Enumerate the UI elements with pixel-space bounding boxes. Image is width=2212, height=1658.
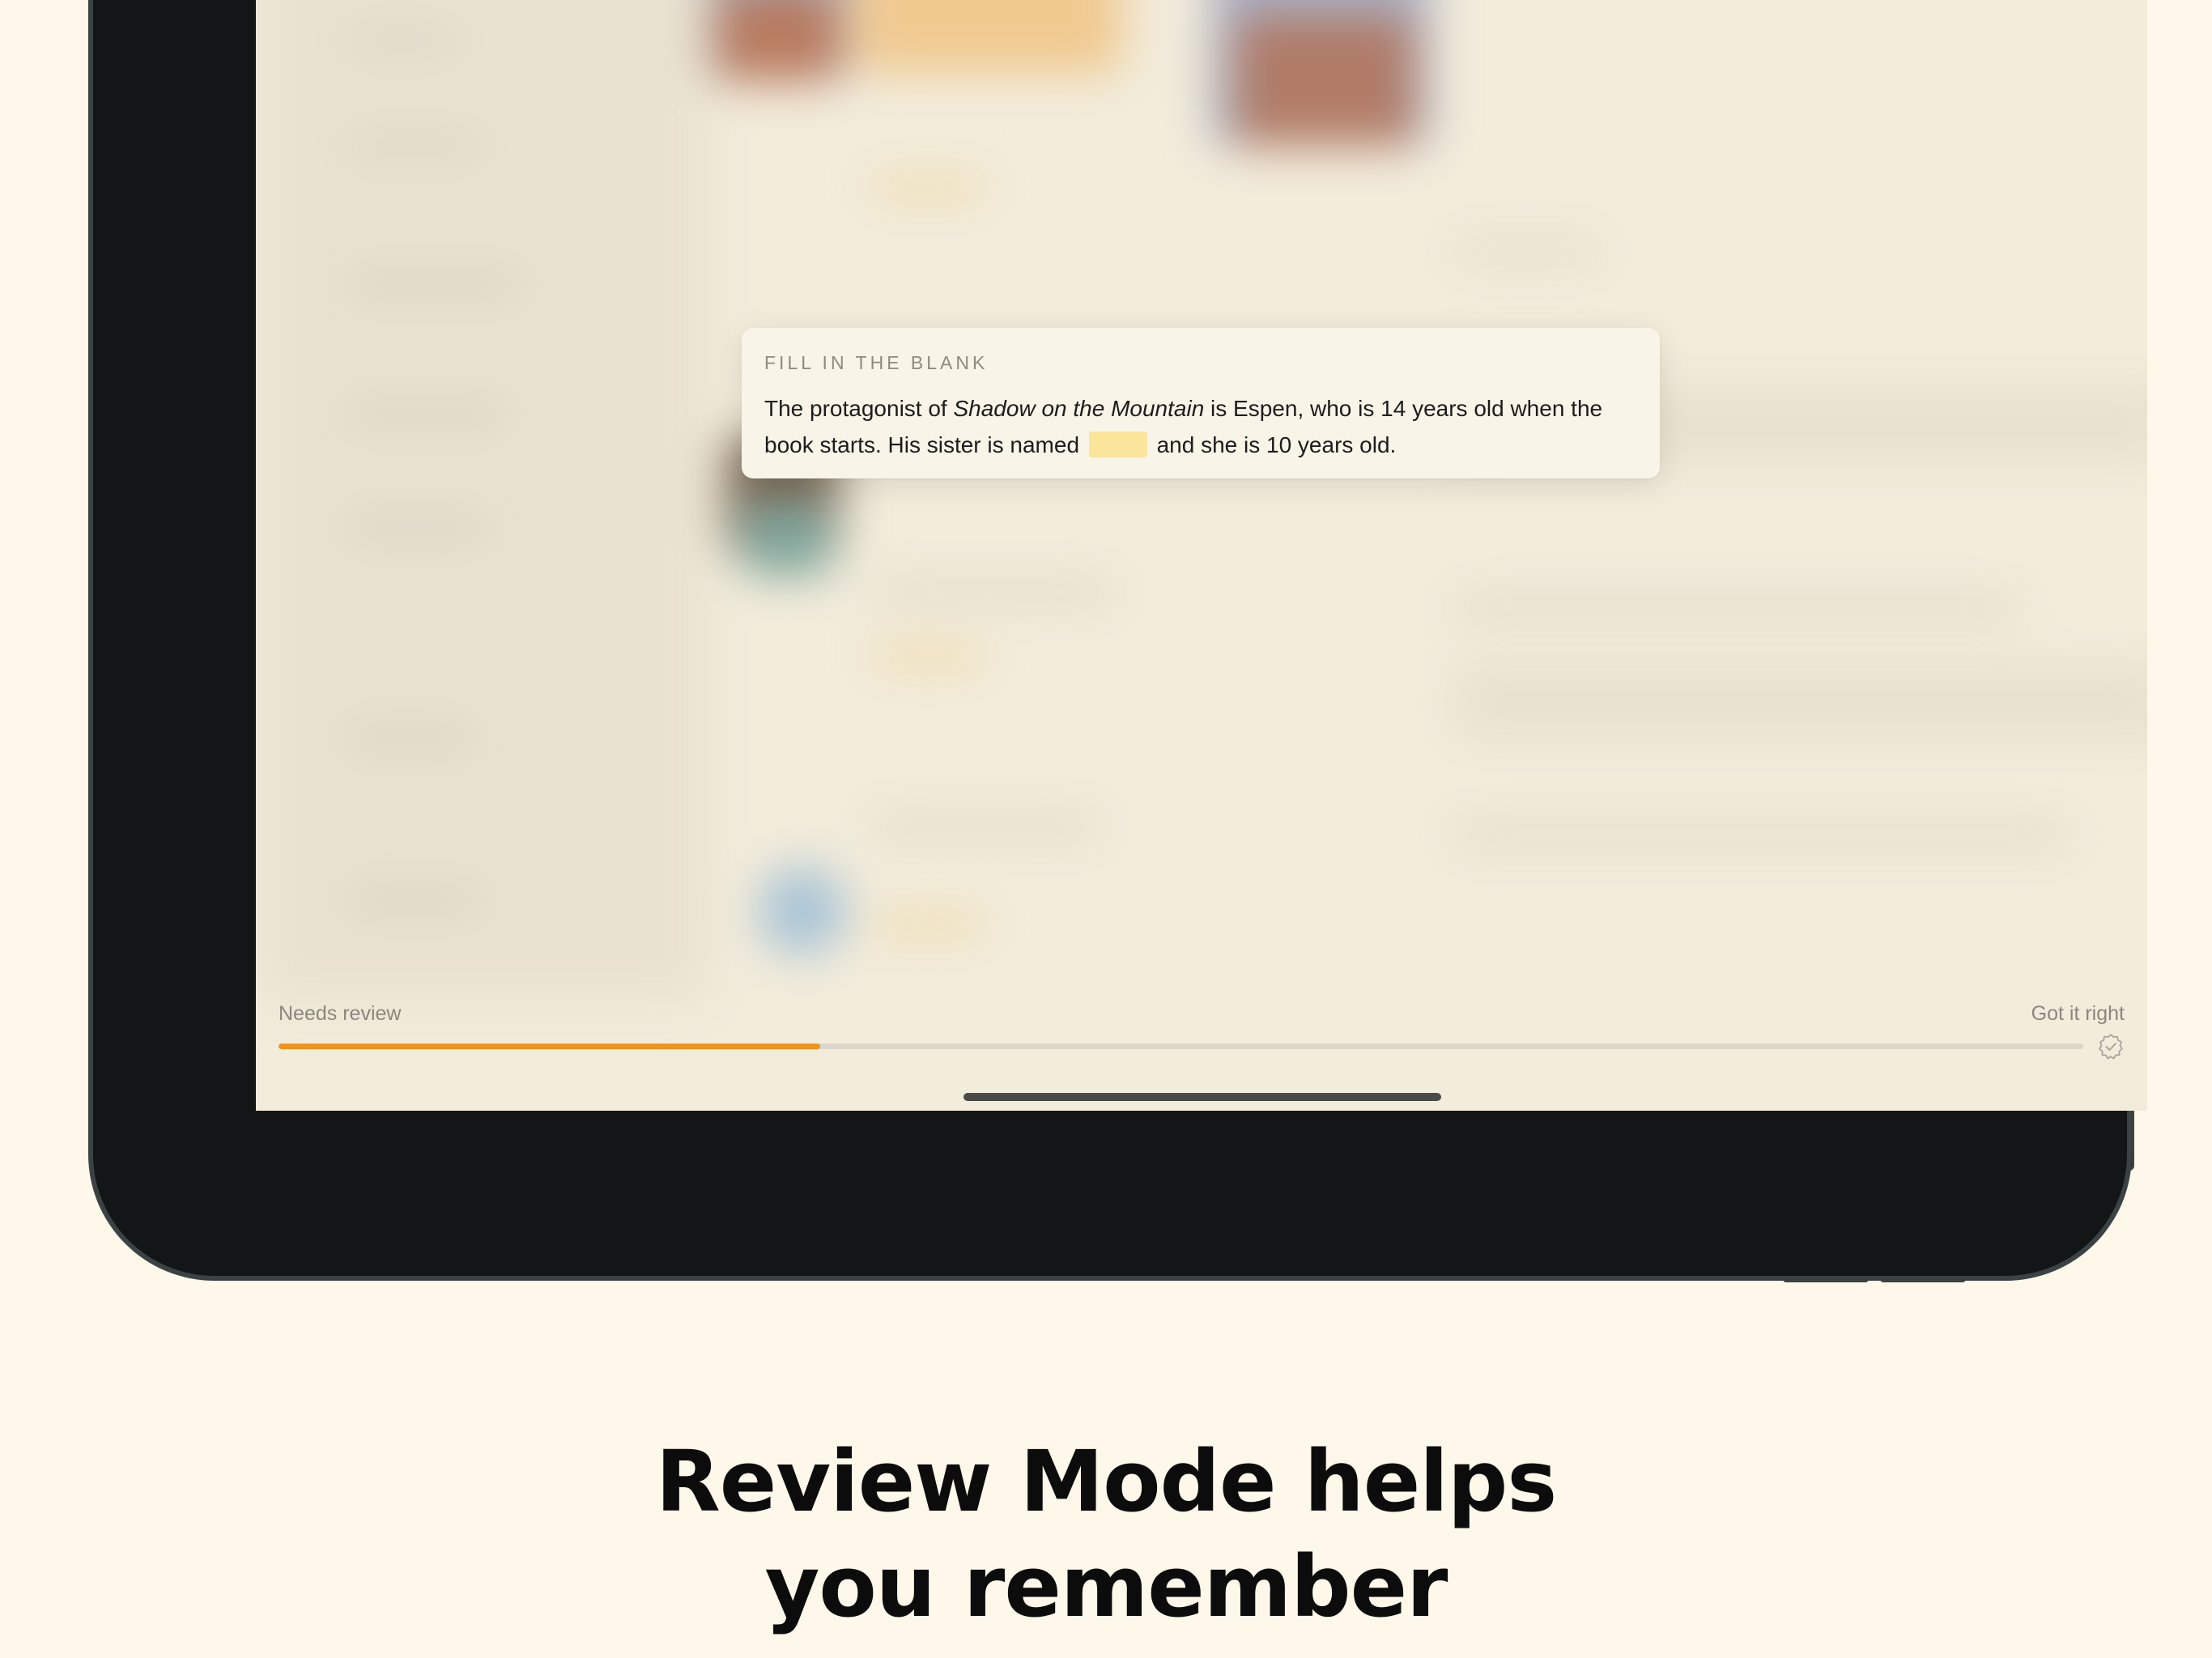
quiz-type-label: FILL IN THE BLANK <box>764 352 989 373</box>
quiz-text-part: The protagonist of <box>764 396 954 421</box>
home-indicator[interactable] <box>963 1093 1441 1101</box>
quiz-blank[interactable] <box>1088 432 1147 457</box>
headline-line: Review Mode helps <box>655 1431 1558 1531</box>
check-badge-icon[interactable] <box>2097 1033 2125 1061</box>
blurred-library-background <box>256 0 2147 1111</box>
headline-line: you remember <box>764 1537 1448 1636</box>
review-quiz-card[interactable]: FILL IN THE BLANK The protagonist of Sha… <box>742 328 1660 478</box>
got-it-right-label: Got it right <box>2031 1002 2125 1025</box>
device-frame: FILL IN THE BLANK The protagonist of Sha… <box>93 0 2147 1276</box>
quiz-text-part: and she is 10 years old. <box>1150 432 1397 457</box>
quiz-question-text: The protagonist of Shadow on the Mountai… <box>764 390 1637 463</box>
needs-review-label: Needs review <box>279 1002 402 1025</box>
device-screen: FILL IN THE BLANK The protagonist of Sha… <box>256 0 2147 1111</box>
quiz-book-title: Shadow on the Mountain <box>953 396 1205 421</box>
review-progress-bar[interactable] <box>279 1044 2083 1049</box>
marketing-headline: Review Mode helps you remember <box>0 1429 2212 1639</box>
review-progress-fill <box>279 1044 820 1049</box>
